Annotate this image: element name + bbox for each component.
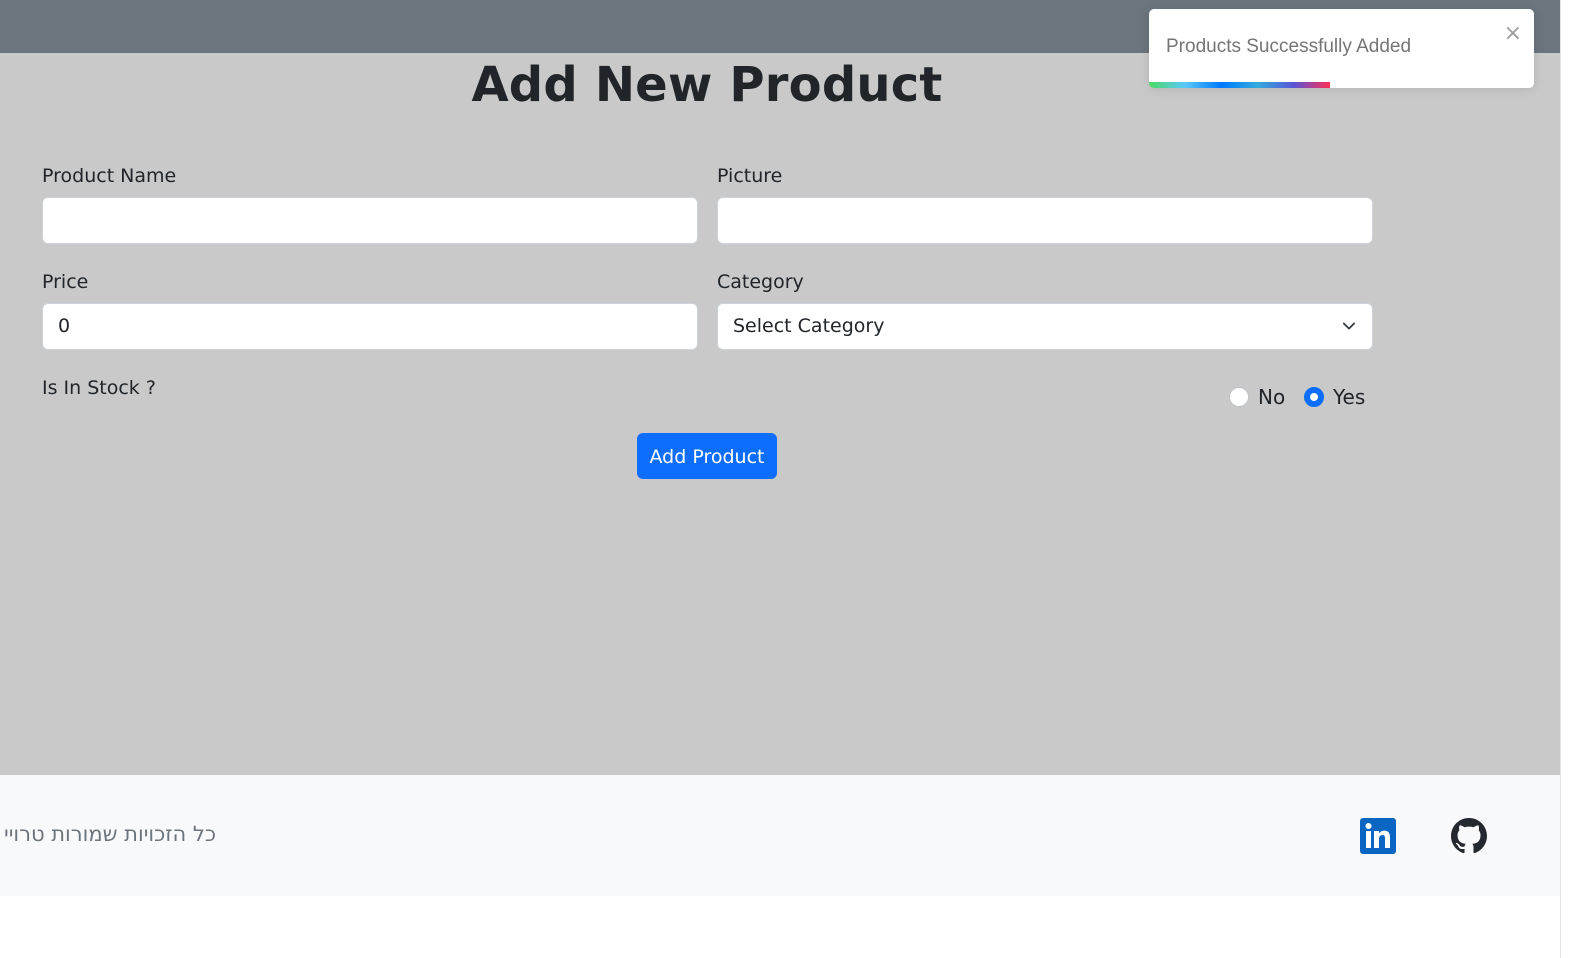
github-link[interactable] xyxy=(1451,818,1487,854)
page-bottom-area xyxy=(0,896,1560,958)
category-label: Category xyxy=(717,271,804,293)
scrollbar-track[interactable] xyxy=(1560,0,1586,958)
linkedin-icon xyxy=(1360,818,1396,854)
product-name-group: Product Name xyxy=(42,165,698,244)
price-group: Price 0 xyxy=(42,271,698,350)
toast-progress-bar xyxy=(1149,82,1330,88)
picture-input[interactable] xyxy=(717,197,1373,244)
main-content: Add New Product Product Name Picture Pri… xyxy=(0,53,1560,775)
radio-no-label: No xyxy=(1258,385,1286,409)
footer: כל הזכויות שמורות טרויי xyxy=(0,775,1560,896)
price-input[interactable]: 0 xyxy=(42,303,698,350)
chevron-down-icon xyxy=(1342,322,1356,330)
picture-label: Picture xyxy=(717,165,783,187)
radio-yes[interactable] xyxy=(1304,387,1324,407)
picture-group: Picture xyxy=(717,165,1373,244)
in-stock-label: Is In Stock ? xyxy=(42,377,156,399)
radio-yes-label: Yes xyxy=(1333,385,1366,409)
radio-option-no[interactable]: No xyxy=(1229,385,1285,409)
github-icon xyxy=(1451,818,1487,854)
price-label: Price xyxy=(42,271,89,293)
category-selected-value: Select Category xyxy=(733,315,885,337)
category-select[interactable]: Select Category xyxy=(717,303,1373,350)
success-toast: Products Successfully Added × xyxy=(1149,9,1534,88)
product-name-input[interactable] xyxy=(42,197,698,244)
linkedin-link[interactable] xyxy=(1360,818,1396,854)
radio-option-yes[interactable]: Yes xyxy=(1304,385,1365,409)
close-icon[interactable]: × xyxy=(1504,23,1522,45)
category-group: Category Select Category xyxy=(717,271,1373,350)
product-name-label: Product Name xyxy=(42,165,177,187)
radio-no[interactable] xyxy=(1229,387,1249,407)
add-product-button[interactable]: Add Product xyxy=(637,433,777,479)
copyright-text: כל הזכויות שמורות טרויי xyxy=(4,822,216,846)
toast-message: Products Successfully Added xyxy=(1166,36,1412,57)
